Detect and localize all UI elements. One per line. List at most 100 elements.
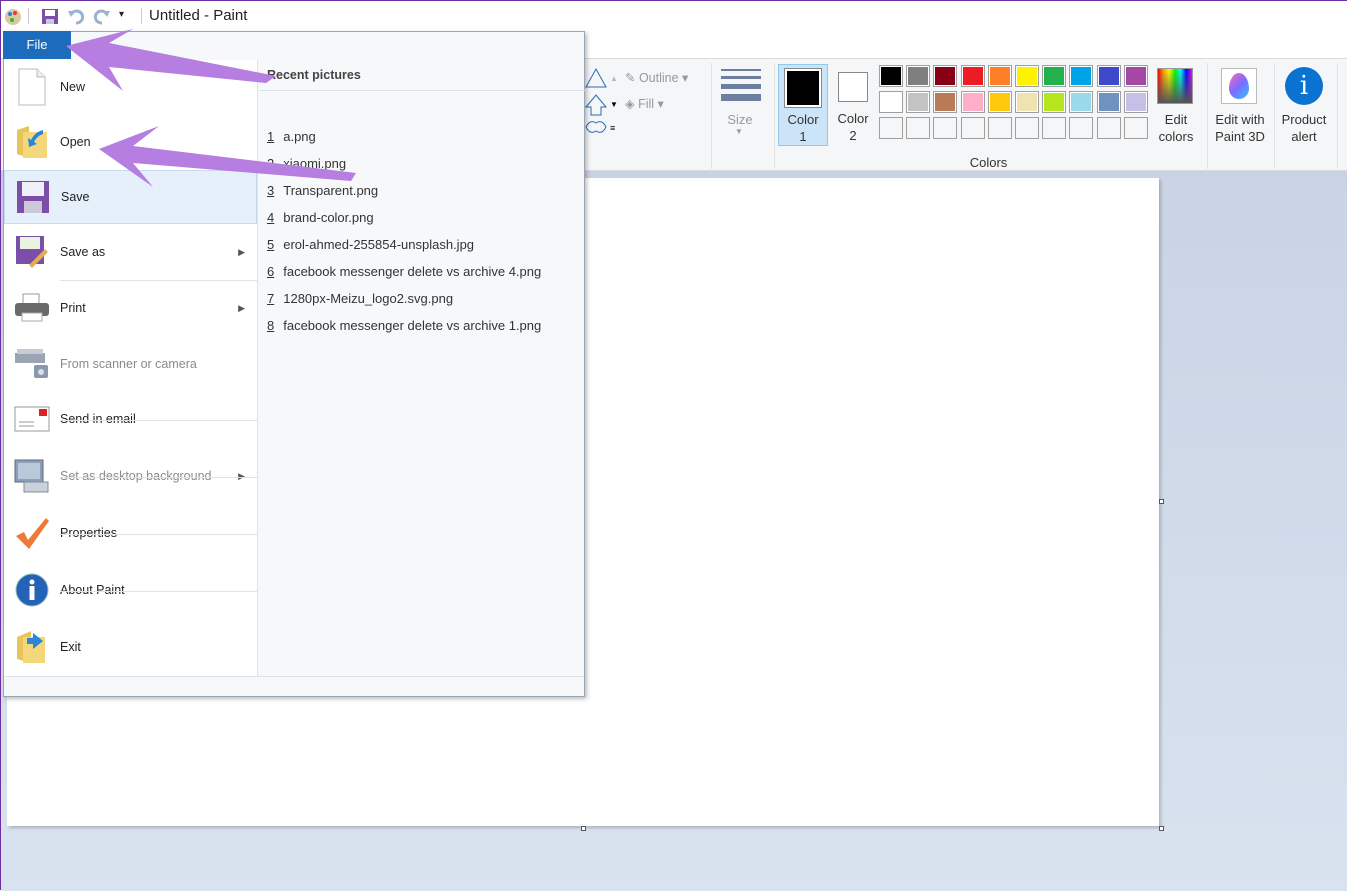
menu-item-set-as-desktop-background[interactable]: Set as desktop background ▶	[4, 449, 257, 503]
palette-swatch[interactable]	[1096, 65, 1121, 87]
file-tab[interactable]: File	[3, 31, 71, 59]
menu-item-label: Save as	[60, 245, 106, 259]
colors-group-label: Colors	[969, 155, 1008, 170]
recent-picture-item[interactable]: 5 erol-ahmed-255854-unsplash.jpg	[267, 237, 474, 252]
palette-swatch[interactable]	[1015, 91, 1039, 113]
recent-picture-item[interactable]: 3 Transparent.png	[267, 183, 378, 198]
submenu-arrow-icon: ▶	[238, 302, 245, 313]
outline-button[interactable]: ✎ Outline ▾	[625, 70, 688, 85]
custom-color-slot[interactable]	[1069, 117, 1094, 139]
palette-swatch[interactable]	[879, 65, 903, 87]
recent-picture-item[interactable]: 8 facebook messenger delete vs archive 1.…	[267, 318, 541, 333]
new-file-icon	[14, 68, 50, 106]
recent-picture-item[interactable]: 2 xiaomi.png	[267, 156, 346, 171]
menu-item-label: Open	[60, 135, 91, 149]
menu-separator	[60, 591, 257, 592]
palette-swatch[interactable]	[960, 91, 985, 113]
palette-swatch[interactable]	[1042, 65, 1067, 87]
menu-item-label: About Paint	[60, 583, 125, 597]
resize-handle-corner[interactable]	[1159, 826, 1164, 831]
title-bar: ▾ Untitled - Paint	[1, 1, 1347, 31]
menu-item-about-paint[interactable]: About Paint	[4, 563, 257, 617]
custom-color-slot[interactable]	[987, 117, 1012, 139]
save-icon[interactable]	[41, 8, 59, 25]
menu-item-label: From scanner or camera	[60, 357, 197, 371]
window-title: Untitled - Paint	[149, 7, 248, 24]
size-button[interactable]: Size ▼	[715, 63, 765, 153]
menu-item-label: New	[60, 80, 86, 94]
menu-item-send-in-email[interactable]: Send in email	[4, 392, 257, 446]
menu-item-properties[interactable]: Properties	[4, 506, 257, 560]
palette-swatch[interactable]	[879, 91, 903, 113]
menu-item-save-as[interactable]: Save as ▶	[4, 225, 257, 279]
custom-color-slot[interactable]	[1096, 117, 1121, 139]
menu-item-label: Exit	[60, 640, 81, 654]
shapes-gallery[interactable]: ▲ ▼ ≡	[584, 67, 624, 140]
menu-item-label: Properties	[60, 526, 117, 540]
menu-item-open[interactable]: Open	[4, 115, 257, 169]
recent-picture-item[interactable]: 1 a.png	[267, 129, 316, 144]
customize-dropdown-icon[interactable]: ▾	[119, 9, 124, 20]
palette-swatch[interactable]	[1015, 65, 1039, 87]
file-menu-footer	[4, 676, 584, 696]
svg-text:▼: ▼	[610, 100, 618, 109]
color1-button[interactable]: Color 1	[778, 64, 828, 146]
redo-icon[interactable]	[93, 7, 111, 25]
menu-item-label: Print	[60, 301, 86, 315]
menu-item-exit[interactable]: Exit	[4, 620, 257, 674]
palette-swatch[interactable]	[906, 65, 931, 87]
custom-color-slot[interactable]	[1123, 117, 1148, 139]
menu-item-save[interactable]: Save	[4, 170, 257, 224]
menu-item-from-scanner-or-camera[interactable]: From scanner or camera	[4, 337, 257, 391]
menu-item-new[interactable]: New	[4, 60, 257, 114]
palette-swatch[interactable]	[1069, 65, 1094, 87]
paint-app-icon[interactable]	[3, 6, 23, 26]
desktop-icon	[14, 458, 50, 494]
palette-swatch[interactable]	[987, 65, 1012, 87]
recent-picture-item[interactable]: 7 1280px-Meizu_logo2.svg.png	[267, 291, 453, 306]
scanner-icon	[14, 346, 50, 382]
menu-item-print[interactable]: Print ▶	[4, 281, 257, 335]
exit-icon	[14, 629, 50, 665]
palette-swatch[interactable]	[987, 91, 1012, 113]
recent-picture-item[interactable]: 6 facebook messenger delete vs archive 4.…	[267, 264, 541, 279]
fill-button[interactable]: ◈ Fill ▾	[625, 96, 664, 111]
menu-separator	[60, 534, 257, 535]
file-menu-commands: New Open Save Save as ▶ Print ▶ From scanner or…	[4, 60, 258, 676]
menu-item-label: Send in email	[60, 412, 136, 426]
save-as-icon	[14, 234, 50, 270]
palette-swatch[interactable]	[1042, 91, 1067, 113]
color2-button[interactable]: Color 2	[828, 64, 878, 146]
palette-swatch[interactable]	[1123, 91, 1148, 113]
resize-handle-right[interactable]	[1159, 499, 1164, 504]
custom-color-slot[interactable]	[1042, 117, 1067, 139]
recent-pictures-panel: Recent pictures 1 a.png 2 xiaomi.png 3 Transp…	[259, 60, 585, 676]
palette-swatch[interactable]	[933, 91, 958, 113]
custom-color-slot[interactable]	[960, 117, 985, 139]
color-palette	[879, 65, 1154, 145]
custom-color-slot[interactable]	[879, 117, 903, 139]
edit-with-paint3d-button[interactable]: Edit with Paint 3D	[1209, 65, 1271, 147]
resize-handle-bottom[interactable]	[581, 826, 586, 831]
custom-color-slot[interactable]	[933, 117, 958, 139]
paint3d-icon	[1221, 68, 1257, 104]
submenu-arrow-icon: ▶	[238, 470, 245, 481]
menu-item-label: Save	[61, 190, 90, 204]
palette-swatch[interactable]	[906, 91, 931, 113]
palette-swatch[interactable]	[1096, 91, 1121, 113]
palette-swatch[interactable]	[933, 65, 958, 87]
palette-swatch[interactable]	[1069, 91, 1094, 113]
edit-colors-button[interactable]: Edit colors	[1153, 65, 1199, 147]
menu-item-label: Set as desktop background	[60, 469, 212, 483]
palette-swatch[interactable]	[960, 65, 985, 87]
menu-separator	[60, 420, 257, 421]
custom-color-slot[interactable]	[1015, 117, 1039, 139]
palette-swatch[interactable]	[1123, 65, 1148, 87]
undo-icon[interactable]	[67, 7, 85, 25]
product-alert-button[interactable]: i Product alert	[1276, 65, 1332, 147]
custom-color-slot[interactable]	[906, 117, 931, 139]
printer-icon	[14, 290, 50, 326]
recent-picture-item[interactable]: 4 brand-color.png	[267, 210, 374, 225]
checkmark-icon	[14, 515, 50, 551]
recent-pictures-title: Recent pictures	[267, 68, 361, 82]
